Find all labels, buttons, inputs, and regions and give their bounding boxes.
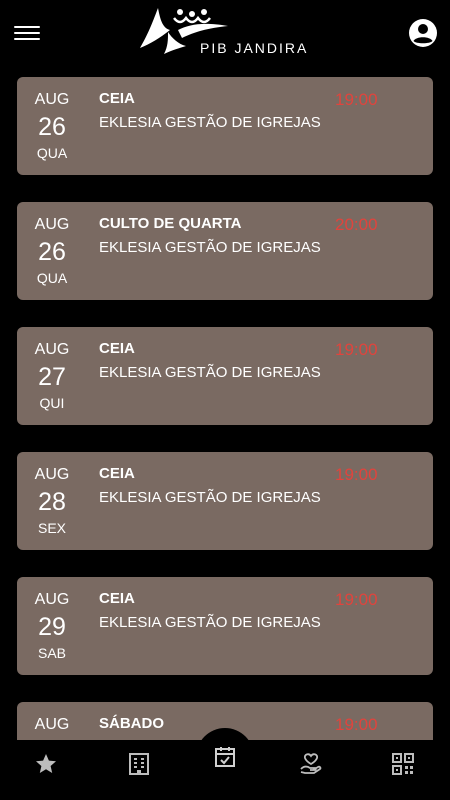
- event-card[interactable]: AUG 27 QUI CEIA EKLESIA GESTÃO DE IGREJA…: [17, 327, 433, 425]
- event-card[interactable]: AUG 26 QUA CULTO DE QUARTA EKLESIA GESTÃ…: [17, 202, 433, 300]
- hamburger-menu-icon[interactable]: [14, 24, 40, 42]
- event-time: 19:00: [335, 590, 378, 609]
- event-day: 29: [38, 613, 66, 641]
- star-icon[interactable]: [26, 752, 66, 788]
- church-logo: PIB JANDIRA: [138, 4, 318, 60]
- event-organizer: EKLESIA GESTÃO DE IGREJAS: [99, 489, 321, 506]
- event-organizer: EKLESIA GESTÃO DE IGREJAS: [99, 364, 321, 381]
- event-time: 19:00: [335, 340, 378, 359]
- event-organizer: EKLESIA GESTÃO DE IGREJAS: [99, 614, 321, 631]
- events-list[interactable]: AUG 26 QUA CEIA EKLESIA GESTÃO DE IGREJA…: [0, 68, 450, 740]
- event-month: AUG: [34, 341, 70, 358]
- event-title: CEIA: [99, 90, 135, 107]
- event-card[interactable]: AUG 29 SAB CEIA EKLESIA GESTÃO DE IGREJA…: [17, 577, 433, 675]
- event-day: 28: [38, 488, 66, 516]
- building-icon[interactable]: [119, 752, 159, 788]
- account-circle-icon[interactable]: [408, 18, 438, 48]
- event-day: 26: [38, 113, 66, 141]
- event-title: SÁBADO: [99, 715, 165, 732]
- app-header: PIB JANDIRA: [0, 0, 450, 68]
- event-time: 19:00: [335, 90, 378, 109]
- event-weekday: QUI: [39, 395, 65, 411]
- event-time: 19:00: [335, 465, 378, 484]
- event-day: 27: [38, 363, 66, 391]
- event-time: 19:00: [335, 715, 378, 734]
- event-organizer: EKLESIA GESTÃO DE IGREJAS: [99, 239, 321, 256]
- event-weekday: SEX: [37, 520, 66, 536]
- event-time: 20:00: [335, 215, 378, 234]
- event-title: CEIA: [99, 465, 135, 482]
- event-weekday: QUA: [36, 270, 68, 286]
- event-month: AUG: [34, 591, 70, 608]
- event-month: AUG: [34, 716, 70, 733]
- event-month: AUG: [34, 91, 70, 108]
- event-title: CULTO DE QUARTA: [99, 215, 242, 232]
- event-day: 26: [38, 238, 66, 266]
- brand-name: PIB JANDIRA: [200, 40, 309, 56]
- calendar-check-icon[interactable]: [205, 745, 245, 775]
- event-month: AUG: [34, 466, 70, 483]
- event-weekday: SAB: [37, 645, 66, 661]
- event-month: AUG: [34, 216, 70, 233]
- hand-heart-icon[interactable]: [291, 752, 331, 788]
- event-title: CEIA: [99, 340, 135, 357]
- event-card[interactable]: AUG 26 QUA CEIA EKLESIA GESTÃO DE IGREJA…: [17, 77, 433, 175]
- qr-code-icon[interactable]: [383, 752, 423, 788]
- event-weekday: QUA: [36, 145, 68, 161]
- event-card[interactable]: AUG 28 SEX CEIA EKLESIA GESTÃO DE IGREJA…: [17, 452, 433, 550]
- event-title: CEIA: [99, 590, 135, 607]
- event-organizer: EKLESIA GESTÃO DE IGREJAS: [99, 114, 321, 131]
